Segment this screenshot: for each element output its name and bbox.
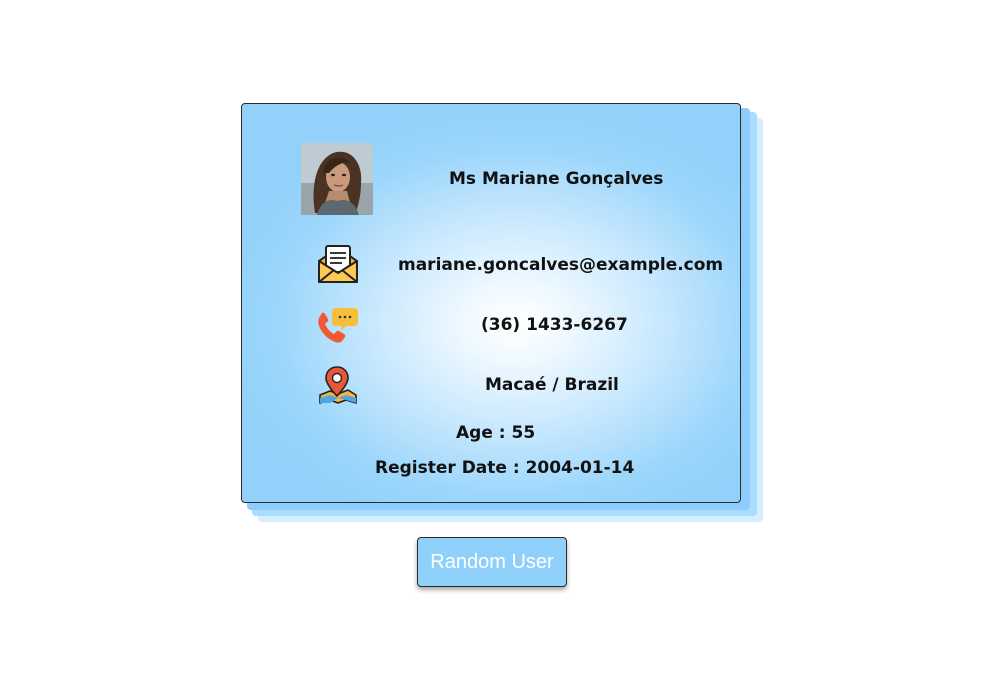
user-card: Ms Mariane Gonçalves mariane.goncalves@e… [241, 103, 741, 503]
user-register-date: Register Date : 2004-01-14 [375, 458, 635, 478]
random-user-button[interactable]: Random User [417, 537, 567, 587]
avatar [301, 143, 373, 215]
user-full-name: Ms Mariane Gonçalves [449, 169, 664, 189]
envelope-letter-icon [317, 243, 359, 289]
phone-chat-icon [316, 306, 360, 348]
page: Ms Mariane Gonçalves mariane.goncalves@e… [0, 0, 1007, 680]
avatar-photo [301, 143, 373, 215]
user-age: Age : 55 [456, 423, 536, 443]
user-email: mariane.goncalves@example.com [398, 255, 724, 275]
map-pin-icon [318, 365, 358, 409]
user-location: Macaé / Brazil [485, 375, 619, 395]
user-phone: (36) 1433-6267 [481, 315, 628, 335]
